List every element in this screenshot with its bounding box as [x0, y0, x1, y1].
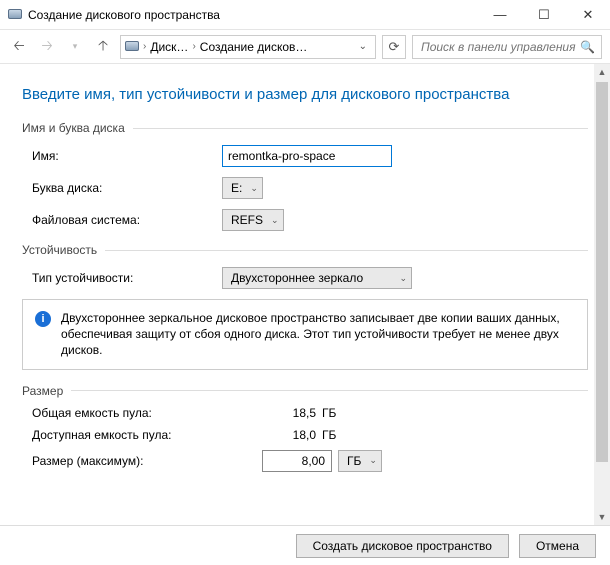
row-filesystem: Файловая система: REFS ⌄ [32, 209, 588, 231]
size-unit-select[interactable]: ГБ ⌄ [338, 450, 382, 472]
resiliency-select[interactable]: Двухстороннее зеркало ⌄ [222, 267, 412, 289]
search-input[interactable] [419, 39, 580, 55]
chevron-right-icon: › [143, 41, 146, 52]
section-resiliency: Устойчивость [22, 243, 588, 257]
info-icon: i [35, 311, 51, 327]
available-capacity-unit: ГБ [322, 428, 336, 442]
titlebar: Создание дискового пространства — ☐ ✕ [0, 0, 610, 30]
navbar: 🡠 🡢 ▾ 🡡 › Диск… › Создание дисков… ⌄ ⟳ 🔍 [0, 30, 610, 64]
vertical-scrollbar[interactable]: ▲ ▼ [594, 64, 610, 525]
section-label: Устойчивость [22, 243, 97, 257]
label-resiliency-type: Тип устойчивости: [32, 271, 222, 285]
available-capacity-value: 18,0 [262, 428, 322, 442]
section-size: Размер [22, 384, 588, 398]
info-box: i Двухстороннее зеркальное дисковое прос… [22, 299, 588, 370]
divider [71, 390, 588, 391]
resiliency-value: Двухстороннее зеркало [231, 271, 363, 285]
minimize-button[interactable]: — [478, 0, 522, 30]
recent-dropdown[interactable]: ▾ [64, 36, 86, 58]
label-size: Размер (максимум): [32, 454, 262, 468]
divider [133, 128, 588, 129]
section-name-letter: Имя и буква диска [22, 121, 588, 135]
label-filesystem: Файловая система: [32, 213, 222, 227]
row-drive-letter: Буква диска: E: ⌄ [32, 177, 588, 199]
disk-icon [8, 8, 22, 22]
close-button[interactable]: ✕ [566, 0, 610, 30]
section-label: Размер [22, 384, 63, 398]
chevron-down-icon: ⌄ [369, 455, 377, 466]
filesystem-select[interactable]: REFS ⌄ [222, 209, 284, 231]
up-button[interactable]: 🡡 [92, 36, 114, 58]
cancel-button[interactable]: Отмена [519, 534, 596, 558]
total-capacity-unit: ГБ [322, 406, 336, 420]
size-unit-value: ГБ [347, 454, 361, 468]
page-title: Введите имя, тип устойчивости и размер д… [22, 86, 588, 103]
create-button[interactable]: Создать дисковое пространство [296, 534, 509, 558]
label-name: Имя: [32, 149, 222, 163]
content-area: Введите имя, тип устойчивости и размер д… [0, 64, 610, 525]
total-capacity-value: 18,5 [262, 406, 322, 420]
filesystem-value: REFS [231, 213, 263, 227]
create-button-label: Создать дисковое пространство [313, 539, 492, 553]
search-icon: 🔍 [580, 40, 595, 54]
size-input[interactable] [262, 450, 332, 472]
breadcrumb-dropdown[interactable]: ⌄ [355, 41, 371, 52]
footer: Создать дисковое пространство Отмена [0, 525, 610, 565]
row-available-capacity: Доступная емкость пула: 18,0 ГБ [32, 428, 588, 442]
section-label: Имя и буква диска [22, 121, 125, 135]
drive-letter-select[interactable]: E: ⌄ [222, 177, 263, 199]
row-size: Размер (максимум): ГБ ⌄ [32, 450, 588, 472]
breadcrumb-item[interactable]: Создание дисков… [200, 40, 308, 54]
breadcrumb[interactable]: › Диск… › Создание дисков… ⌄ [120, 35, 376, 59]
scroll-thumb[interactable] [596, 82, 608, 462]
breadcrumb-item[interactable]: Диск… [150, 40, 188, 54]
label-total-capacity: Общая емкость пула: [32, 406, 262, 420]
row-total-capacity: Общая емкость пула: 18,5 ГБ [32, 406, 588, 420]
cancel-button-label: Отмена [536, 539, 579, 553]
row-resiliency-type: Тип устойчивости: Двухстороннее зеркало … [32, 267, 588, 289]
chevron-right-icon: › [192, 41, 195, 52]
back-button[interactable]: 🡠 [8, 36, 30, 58]
row-name: Имя: [32, 145, 588, 167]
forward-button[interactable]: 🡢 [36, 36, 58, 58]
divider [105, 250, 588, 251]
window-controls: — ☐ ✕ [478, 0, 610, 30]
search-box[interactable]: 🔍 [412, 35, 602, 59]
chevron-down-icon: ⌄ [250, 183, 258, 194]
scroll-up-button[interactable]: ▲ [594, 64, 610, 80]
info-text: Двухстороннее зеркальное дисковое простр… [61, 310, 575, 359]
drive-letter-value: E: [231, 181, 242, 195]
label-available-capacity: Доступная емкость пула: [32, 428, 262, 442]
scroll-down-button[interactable]: ▼ [594, 509, 610, 525]
disk-icon [125, 40, 139, 54]
name-input[interactable] [222, 145, 392, 167]
maximize-button[interactable]: ☐ [522, 0, 566, 30]
label-drive-letter: Буква диска: [32, 181, 222, 195]
window-title: Создание дискового пространства [28, 8, 478, 22]
refresh-button[interactable]: ⟳ [382, 35, 406, 59]
chevron-down-icon: ⌄ [271, 215, 279, 226]
chevron-down-icon: ⌄ [399, 273, 407, 284]
